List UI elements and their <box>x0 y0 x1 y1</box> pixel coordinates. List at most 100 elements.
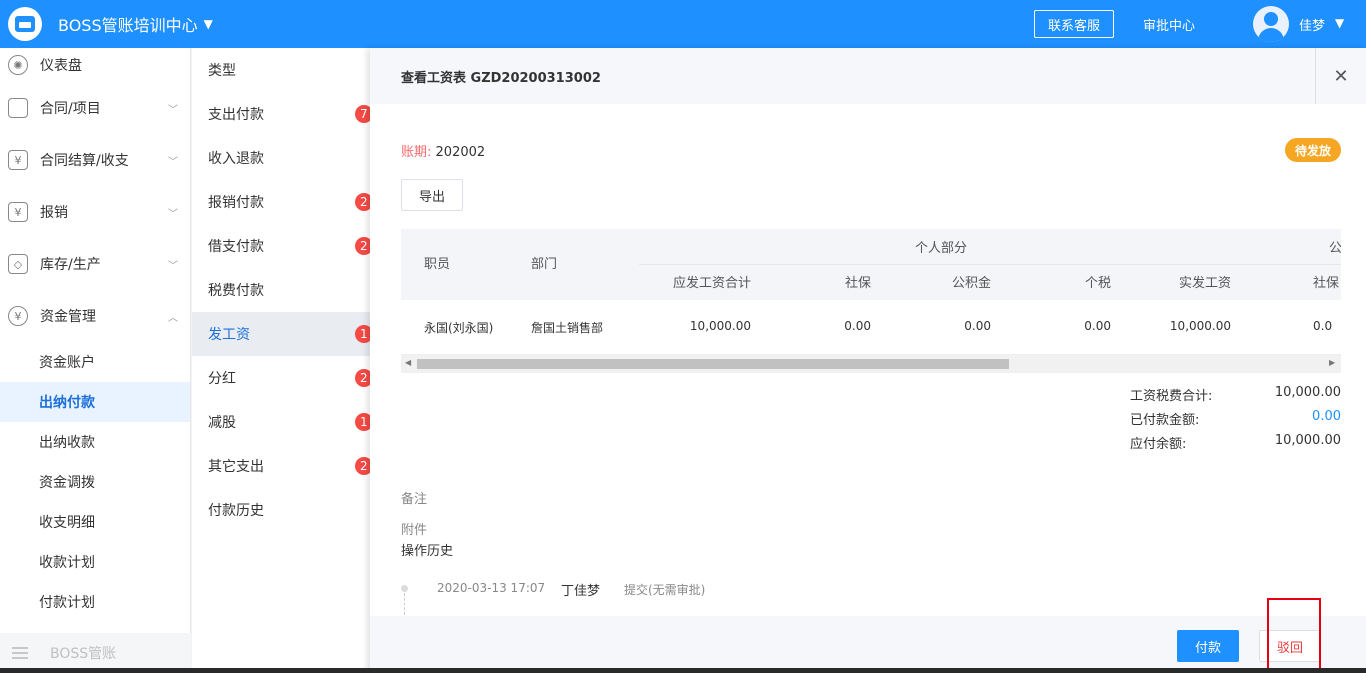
sidebar-item-contracts[interactable]: 合同/项目 ﹀ <box>0 82 190 134</box>
type-item-expense-payment[interactable]: 支出付款 7 <box>192 92 373 136</box>
top-bar: BOSS管账培训中心 ▼ 联系客服 审批中心 佳梦 ▼ <box>0 0 1366 48</box>
sidebar-item-label: 合同/项目 <box>40 101 101 117</box>
type-item-label: 其它支出 <box>208 459 264 475</box>
sidebar-footer[interactable]: BOSS管账 <box>0 633 191 673</box>
panel-footer: 付款 驳回 <box>370 616 1366 673</box>
sidebar-item-inventory[interactable]: ◇ 库存/生产 ﹀ <box>0 238 190 290</box>
type-item-reimburse-payment[interactable]: 报销付款 2 <box>192 180 373 224</box>
type-item-dividend[interactable]: 分红 2 <box>192 356 373 400</box>
sidebar-item-settlement[interactable]: ¥ 合同结算/收支 ﹀ <box>0 134 190 186</box>
sidebar: ✺ 仪表盘 合同/项目 ﹀ ¥ 合同结算/收支 ﹀ ¥ 报销 ﹀ ◇ 库存/生产… <box>0 48 191 673</box>
cell-department: 詹国土销售部 <box>531 321 604 335</box>
col-housing-fund: 公积金 <box>951 276 991 291</box>
settlement-icon: ¥ <box>8 150 28 170</box>
close-icon[interactable]: ✕ <box>1315 48 1366 104</box>
sidebar-item-label: 仪表盘 <box>40 58 82 74</box>
sidebar-item-label: 合同结算/收支 <box>40 153 129 169</box>
col-group-company: 公 <box>1329 241 1341 256</box>
type-item-label: 报销付款 <box>208 195 264 211</box>
scroll-thumb[interactable] <box>417 359 1009 369</box>
col-social-insurance: 社保 <box>844 276 871 291</box>
user-chevron-down-icon[interactable]: ▼ <box>1335 16 1344 30</box>
history-time: 2020-03-13 17:07 <box>437 581 546 595</box>
type-item-label: 支出付款 <box>208 107 264 123</box>
paid-label: 已付款金额: <box>1130 413 1200 428</box>
pay-button[interactable]: 付款 <box>1177 630 1239 662</box>
avatar[interactable] <box>1253 6 1289 42</box>
panel-header: 查看工资表 GZD20200313002 ✕ <box>370 48 1366 104</box>
cell-housing-fund: 0.00 <box>964 319 991 333</box>
export-button[interactable]: 导出 <box>401 179 463 211</box>
col-company-social: 社保 <box>1313 276 1340 291</box>
period-label: 账期: <box>401 145 432 160</box>
type-item-payroll[interactable]: 发工资 1 <box>192 312 373 356</box>
type-item-label: 收入退款 <box>208 151 264 167</box>
app-title[interactable]: BOSS管账培训中心 <box>58 12 198 36</box>
scroll-right-icon[interactable]: ▶ <box>1329 358 1335 367</box>
sidebar-subitem-fund-transfer[interactable]: 资金调拨 <box>0 462 190 502</box>
cell-company-social: 0.0 <box>1313 319 1333 333</box>
type-item-label: 付款历史 <box>208 503 264 519</box>
period: 账期: 202002 <box>401 141 485 160</box>
type-item-label: 分红 <box>208 371 236 387</box>
cell-social-insurance: 0.00 <box>844 319 871 333</box>
payroll-detail-panel: 查看工资表 GZD20200313002 ✕ 账期: 202002 待发放 导出… <box>370 48 1366 673</box>
type-item-tax-payment[interactable]: 税费付款 <box>192 268 370 312</box>
fund-icon: ¥ <box>8 306 28 326</box>
col-group-personal: 个人部分 <box>915 241 968 256</box>
total-value: 10,000.00 <box>1274 385 1341 400</box>
col-net-pay: 实发工资 <box>1178 276 1231 291</box>
sidebar-subitem-receipt-plan[interactable]: 收款计划 <box>0 542 190 582</box>
sidebar-item-fund-management[interactable]: ¥ 资金管理 ︿ <box>0 290 190 342</box>
chevron-down-icon[interactable]: ▼ <box>204 17 213 31</box>
sidebar-item-label: 报销 <box>40 205 68 221</box>
type-item-income-refund[interactable]: 收入退款 <box>192 136 370 180</box>
taskbar-strip <box>0 668 1366 673</box>
timeline-dot <box>401 585 408 592</box>
attachment-label: 附件 <box>401 523 428 538</box>
timeline-line <box>404 593 405 615</box>
type-item-payment-history[interactable]: 付款历史 <box>192 488 370 532</box>
status-badge: 待发放 <box>1285 138 1341 162</box>
highlight-annotation <box>1267 598 1321 670</box>
history-user: 丁佳梦 <box>561 584 601 599</box>
table-header: 职员 部门 个人部分 公 应发工资合计 社保 公积金 个税 实发工资 社保 <box>401 229 1341 300</box>
approval-center-link[interactable]: 审批中心 <box>1143 15 1195 34</box>
reimburse-icon: ¥ <box>8 202 28 222</box>
horizontal-scrollbar[interactable]: ◀ ▶ <box>401 355 1341 373</box>
paid-value: 0.00 <box>1312 409 1341 424</box>
col-income-tax: 个税 <box>1084 276 1111 291</box>
table-row[interactable]: 永国(刘永国) 詹国土销售部 10,000.00 0.00 0.00 0.00 … <box>401 300 1341 355</box>
totals-summary: 工资税费合计: 10,000.00 已付款金额: 0.00 应付余额: 10,000.… <box>1130 385 1341 457</box>
sidebar-subitem-cashier-payment[interactable]: 出纳付款 <box>0 382 190 422</box>
due-value: 10,000.00 <box>1274 433 1341 448</box>
period-value: 202002 <box>435 145 486 160</box>
type-item-label: 发工资 <box>208 327 250 343</box>
col-employee: 职员 <box>424 257 451 272</box>
type-item-other-expense[interactable]: 其它支出 2 <box>192 444 373 488</box>
type-item-label: 减股 <box>208 415 236 431</box>
sidebar-item-label: 库存/生产 <box>40 257 101 273</box>
header-divider <box>639 264 1341 265</box>
sidebar-subitem-fund-account[interactable]: 资金账户 <box>0 342 190 382</box>
support-button[interactable]: 联系客服 <box>1034 10 1114 38</box>
sidebar-footer-label: BOSS管账 <box>50 646 117 662</box>
sidebar-item-reimburse[interactable]: ¥ 报销 ﹀ <box>0 186 190 238</box>
chevron-down-icon: ﹀ <box>168 156 178 168</box>
sidebar-subitem-payment-plan[interactable]: 付款计划 <box>0 582 190 622</box>
col-gross-pay: 应发工资合计 <box>672 276 751 291</box>
sidebar-item-dashboard[interactable]: ✺ 仪表盘 <box>0 48 190 82</box>
type-item-loan-payment[interactable]: 借支付款 2 <box>192 224 373 268</box>
scroll-left-icon[interactable]: ◀ <box>405 358 411 367</box>
payroll-table: 职员 部门 个人部分 公 应发工资合计 社保 公积金 个税 实发工资 社保 永国… <box>401 229 1341 373</box>
sidebar-subitem-cashier-receipt[interactable]: 出纳收款 <box>0 422 190 462</box>
box-icon: ◇ <box>8 254 28 274</box>
collapse-menu-icon[interactable] <box>12 647 28 659</box>
cell-income-tax: 0.00 <box>1084 319 1111 333</box>
sidebar-item-label: 资金管理 <box>40 309 96 325</box>
type-item-label: 税费付款 <box>208 283 264 299</box>
sidebar-subitem-details[interactable]: 收支明细 <box>0 502 190 542</box>
username[interactable]: 佳梦 <box>1299 15 1325 34</box>
history-action: 提交(无需审批) <box>624 583 706 597</box>
type-item-share-reduction[interactable]: 减股 1 <box>192 400 373 444</box>
